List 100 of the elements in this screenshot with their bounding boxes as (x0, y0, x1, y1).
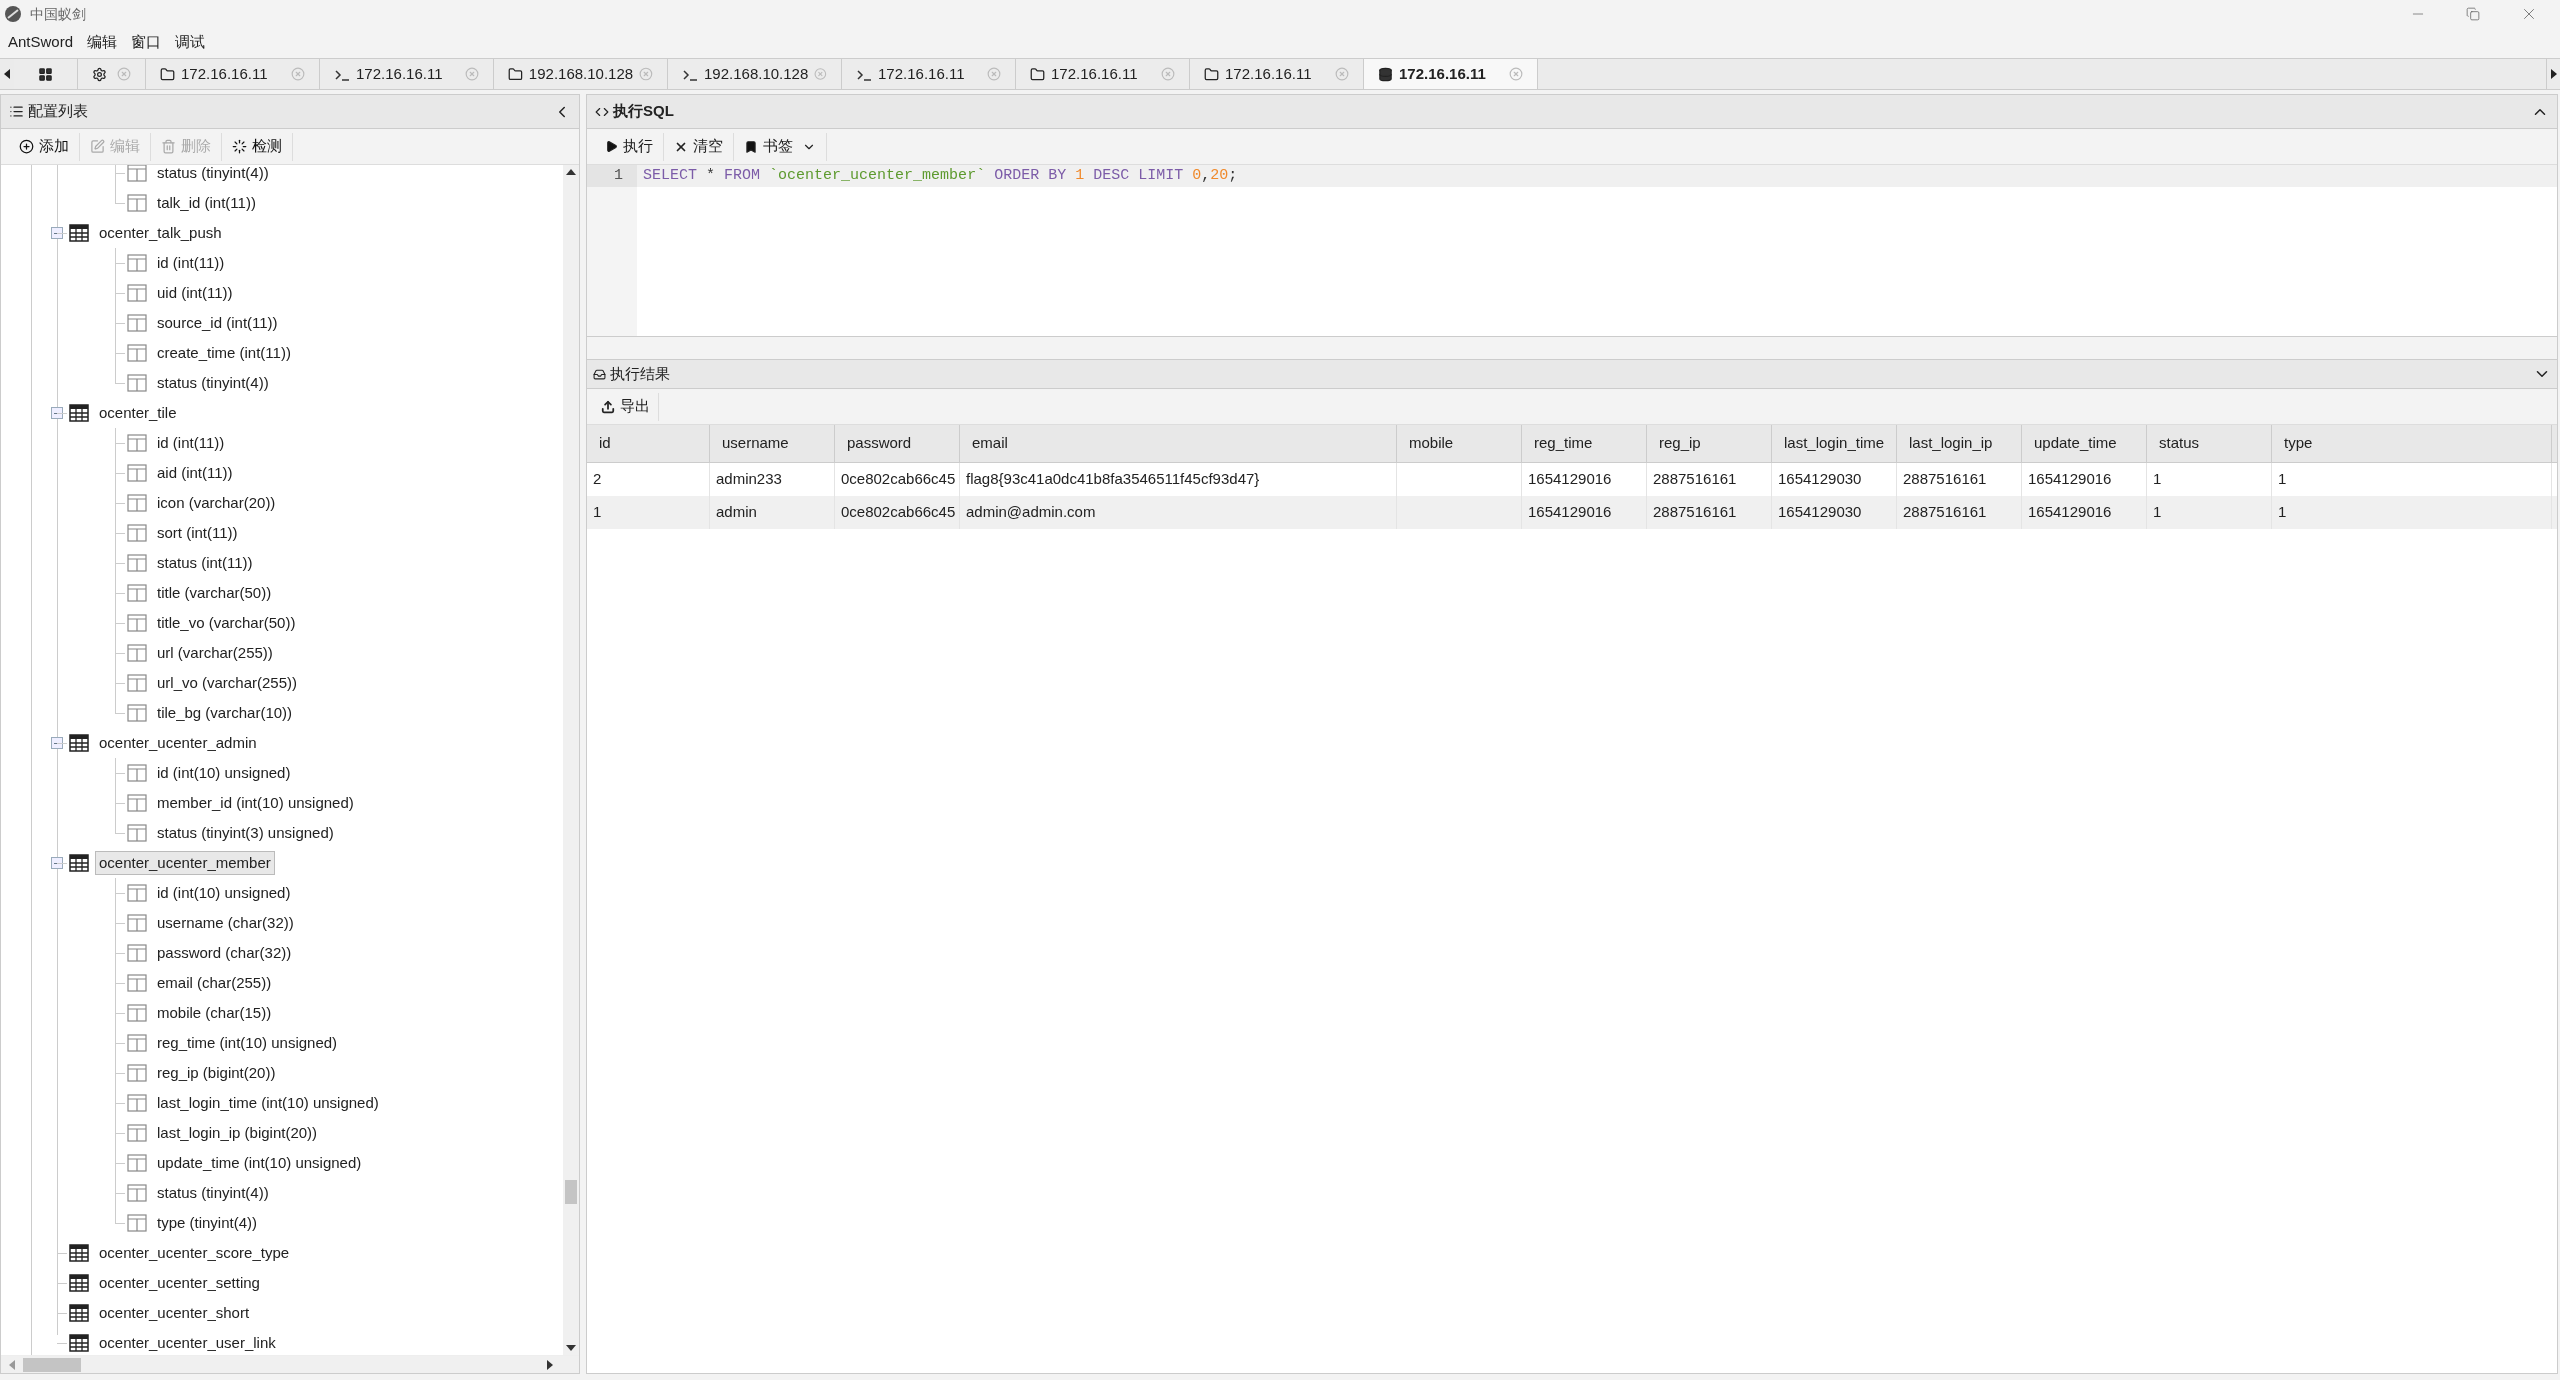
column-header[interactable]: update_time (2022, 425, 2147, 462)
column-label[interactable]: status (int(11)) (157, 551, 253, 575)
column-label[interactable]: reg_ip (bigint(20)) (157, 1061, 276, 1085)
column-label[interactable]: username (char(32)) (157, 911, 294, 935)
scroll-up-icon[interactable] (566, 169, 576, 175)
column-header[interactable]: id (587, 425, 710, 462)
column-label[interactable]: password (char(32)) (157, 941, 292, 965)
column-label[interactable]: url_vo (varchar(255)) (157, 671, 298, 695)
column-label[interactable]: aid (int(11)) (157, 461, 233, 485)
bookmark-icon (744, 139, 758, 154)
column-label[interactable]: source_id (int(11)) (157, 311, 278, 335)
column-label[interactable]: create_time (int(11)) (157, 341, 291, 365)
collapse-toggle-icon[interactable] (51, 407, 63, 419)
column-header[interactable]: type (2272, 425, 2552, 462)
column-icon (127, 1094, 147, 1112)
vertical-scrollbar[interactable] (563, 165, 579, 1355)
table-label[interactable]: ocenter_ucenter_member (95, 850, 275, 876)
spinner-icon (232, 139, 247, 154)
tab-close-icon[interactable] (117, 67, 131, 81)
toolbar-button[interactable]: 清空 (664, 132, 734, 161)
column-label[interactable]: id (int(11)) (157, 431, 225, 455)
column-label[interactable]: type (tinyint(4)) (157, 1211, 258, 1235)
scroll-down-icon[interactable] (566, 1345, 576, 1351)
column-label[interactable]: status (tinyint(4)) (157, 1181, 269, 1205)
column-label[interactable]: title_vo (varchar(50)) (157, 611, 296, 635)
menu-item[interactable]: AntSword (8, 30, 74, 54)
table-label[interactable]: ocenter_ucenter_admin (95, 730, 261, 756)
column-label[interactable]: update_time (int(10) unsigned) (157, 1151, 362, 1175)
trash-icon (161, 139, 176, 154)
column-label[interactable]: talk_id (int(11)) (157, 191, 256, 215)
column-label[interactable]: status (tinyint(4)) (157, 371, 269, 395)
table-label[interactable]: ocenter_ucenter_short (95, 1300, 254, 1326)
column-label[interactable]: icon (varchar(20)) (157, 491, 276, 515)
column-header[interactable]: username (710, 425, 835, 462)
grid-icon (38, 66, 53, 82)
column-label[interactable]: tile_bg (varchar(10)) (157, 701, 293, 725)
tab[interactable]: 172.16.16.11 (1364, 59, 1538, 89)
menu-item[interactable]: 调试 (175, 30, 206, 54)
collapse-toggle-icon[interactable] (51, 737, 63, 749)
toolbar-button[interactable]: 添加 (9, 132, 80, 161)
column-label[interactable]: id (int(10) unsigned) (157, 881, 291, 905)
toolbar-button[interactable]: 执行 (595, 132, 664, 161)
column-header[interactable]: status (2147, 425, 2272, 462)
menu-item[interactable]: 编辑 (87, 30, 118, 54)
scroll-right-icon[interactable] (547, 1359, 553, 1370)
restore-icon[interactable] (2466, 7, 2480, 21)
column-label[interactable]: last_login_ip (bigint(20)) (157, 1121, 318, 1145)
collapse-toggle-icon[interactable] (51, 227, 63, 239)
table-icon (69, 224, 89, 242)
column-label[interactable]: sort (int(11)) (157, 521, 238, 545)
toolbar-button[interactable]: 书签 (734, 132, 827, 161)
table-icon (69, 734, 89, 752)
tab-close-icon[interactable] (465, 67, 479, 81)
column-header[interactable]: reg_time (1522, 425, 1647, 462)
export-button[interactable]: 导出 (593, 392, 659, 421)
collapse-toggle-icon[interactable] (51, 857, 63, 869)
column-header[interactable]: last_login_time (1772, 425, 1897, 462)
column-label[interactable]: title (varchar(50)) (157, 581, 272, 605)
tab-close-icon[interactable] (291, 67, 305, 81)
tab-close-icon[interactable] (987, 67, 1001, 81)
column-icon (127, 194, 147, 212)
column-label[interactable]: reg_time (int(10) unsigned) (157, 1031, 338, 1055)
column-label[interactable]: id (int(10) unsigned) (157, 761, 291, 785)
column-icon (127, 764, 147, 782)
table-cell: 1654129016 (2022, 496, 2147, 529)
column-label[interactable]: mobile (char(15)) (157, 1001, 272, 1025)
horizontal-scrollbar[interactable] (1, 1355, 579, 1373)
column-label[interactable]: last_login_time (int(10) unsigned) (157, 1091, 379, 1115)
tab-close-icon[interactable] (639, 67, 653, 81)
column-header[interactable]: password (835, 425, 960, 462)
tab-close-icon[interactable] (1509, 67, 1523, 81)
sql-editor[interactable]: 1 SELECT * FROM `ocenter_ucenter_member` ORDER BY 1 DESC LIMIT 0,20; (587, 165, 2557, 337)
column-icon (127, 254, 147, 272)
column-label[interactable]: url (varchar(255)) (157, 641, 273, 665)
column-label[interactable]: status (tinyint(4)) (157, 165, 269, 185)
column-label[interactable]: status (tinyint(3) unsigned) (157, 821, 334, 845)
table-cell: admin (710, 496, 835, 529)
column-icon (127, 1034, 147, 1052)
column-header[interactable]: mobile (1397, 425, 1522, 462)
column-header[interactable]: email (960, 425, 1397, 462)
folder-icon (1030, 66, 1045, 82)
table-label[interactable]: ocenter_ucenter_user_link (95, 1330, 280, 1355)
column-label[interactable]: member_id (int(10) unsigned) (157, 791, 354, 815)
table-label[interactable]: ocenter_tile (95, 400, 181, 426)
table-label[interactable]: ocenter_ucenter_setting (95, 1270, 264, 1296)
menu-item[interactable]: 窗口 (131, 30, 162, 54)
toolbar-button[interactable]: 检测 (222, 132, 293, 161)
tab-close-icon[interactable] (1161, 67, 1175, 81)
scrollbar-thumb[interactable] (565, 1180, 577, 1204)
column-label[interactable]: id (int(11)) (157, 251, 225, 275)
table-cell: 1 (2272, 496, 2552, 529)
scrollbar-thumb[interactable] (23, 1357, 81, 1372)
table-label[interactable]: ocenter_talk_push (95, 220, 226, 246)
column-label[interactable]: uid (int(11)) (157, 281, 233, 305)
column-header[interactable]: reg_ip (1647, 425, 1772, 462)
table-label[interactable]: ocenter_ucenter_score_type (95, 1240, 294, 1266)
tab-close-icon[interactable] (1335, 67, 1349, 81)
tab-close-icon[interactable] (814, 67, 827, 81)
column-label[interactable]: email (char(255)) (157, 971, 272, 995)
column-header[interactable]: last_login_ip (1897, 425, 2022, 462)
